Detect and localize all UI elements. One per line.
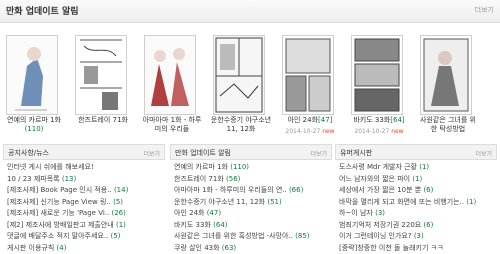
more-link[interactable]: 더보기 [310,149,327,158]
list-item[interactable]: 댓글에 배달주소 적지 말아주세요.. (5) [3,231,165,243]
new-badge: new [391,128,403,135]
panel-title: 유머게시판 [340,148,372,158]
comment-count: [47] [318,116,332,124]
post-list: 인터넷 게시 쉬에를 해보세요! 10 / 23 제파목록 (13) [제조사제… [3,162,165,254]
comic-thumbnail[interactable] [6,35,58,115]
section-header: 만화 업데이트 알림 더보기 [0,0,500,23]
post-list: 연예의 카르마 1화 (110) 한즈트레이 71화 (56) 아마아마 1화 … [170,162,332,254]
list-item[interactable]: 쿠랑 살인 43화 (63) [170,243,332,254]
list-item[interactable]: 이거 그런테이닝 인가요? (3) [335,231,497,243]
list-item[interactable]: [제조사제] 새로운 기능 'Page Vi.. (26) [3,208,165,220]
comic-thumbnail[interactable] [213,35,265,115]
update-date: 2014-10-27 [354,128,389,135]
comic-card[interactable]: 아인 24화[47] 2014-10-27 new [279,35,341,140]
comic-title: 연예의 카르마 1화 [7,116,61,124]
more-link[interactable]: 더보기 [143,149,160,158]
list-item[interactable]: 범죄기억처 저장기권 220요 (6) [335,220,497,232]
list-item[interactable]: 하~이 남자 (3) [335,208,497,220]
list-item[interactable]: [제조사제] Book Page 인시 적용.. (14) [3,185,165,197]
comic-card[interactable]: 연예의 카르마 1화(110) [3,35,65,140]
list-item[interactable]: [제조사제] 신기능 Page View 링.. (5) [3,197,165,209]
more-link[interactable]: 더보기 [475,149,492,158]
list-item[interactable]: 연예의 카르마 1화 (110) [170,162,332,174]
comic-thumbnail[interactable] [144,35,196,115]
panel-header: 만화 업데이트 알림 더보기 [170,144,332,160]
comic-title: 운한수증기 야구소년 11, 12화 [211,116,271,133]
humor-panel: 유머게시판 더보기 도스사령 Mdr 게발자 근황 (1) 어느 남자와의 짧은… [335,144,497,253]
list-item[interactable]: 바막을 멸리게 되고 화면에 또는 비행기는.. (1) [335,197,497,209]
list-item[interactable]: 어느 남자와의 짧은 파이 (1) [335,174,497,186]
list-item[interactable]: 도스사령 Mdr 게발자 근황 (1) [335,162,497,174]
comic-carousel: 연예의 카르마 1화(110) 한즈트레이 71화 아마아마 1화 - 하루미의… [3,35,497,140]
comic-card[interactable]: 바키도 33화[64] 2014-10-27 new [348,35,410,140]
comic-card[interactable]: 한즈트레이 71화 [72,35,134,140]
comment-count: [64] [390,116,404,124]
list-item[interactable]: 인터넷 게시 쉬에를 해보세요! [3,162,165,174]
panel-header: 공지사항/뉴스 더보기 [3,144,165,160]
list-item[interactable]: [제2] 제조사에 방배일판고 제출안내 (1) [3,220,165,232]
update-panel: 만화 업데이트 알림 더보기 연예의 카르마 1화 (110) 한즈트레이 71… [170,144,332,253]
more-link[interactable]: 더보기 [475,5,494,15]
list-item[interactable]: [중략]창중한 이천 돌 놀래키기 ㅋㅋ [335,243,497,254]
comic-title: 바키도 33화 [353,116,390,124]
comment-count: (110) [25,125,44,133]
list-item[interactable]: 10 / 23 제파목록 (13) [3,174,165,186]
comic-thumbnail[interactable] [351,35,403,115]
panel-header: 유머게시판 더보기 [335,144,497,160]
comic-title: 아마아마 1화 - 하루미의 우리들 [143,116,202,133]
list-item[interactable]: 사원같은 그녀를 위한 흑성방법 -사망아.. (85) [170,231,332,243]
list-item[interactable]: 한즈트레이 71화 (56) [170,174,332,186]
panel-title: 만화 업데이트 알림 [175,148,231,158]
notice-panel: 공지사항/뉴스 더보기 인터넷 게시 쉬에를 해보세요! 10 / 23 제파목… [3,144,165,253]
comic-thumbnail[interactable] [282,35,334,115]
post-list: 도스사령 Mdr 게발자 근황 (1) 어느 남자와의 짧은 파이 (1) 세상… [335,162,497,254]
new-badge: new [322,128,334,135]
comic-thumbnail[interactable] [420,35,472,115]
list-item[interactable]: 운한수증기 야구소년 11, 12화 (51) [170,197,332,209]
comic-card[interactable]: 사원같은 그녀를 위한 탁성방법 [417,35,479,140]
comic-title: 한즈트레이 71화 [78,116,128,124]
panel-title: 공지사항/뉴스 [8,148,49,158]
list-item[interactable]: 세상에서 가장 짧은 10분 뿐 (6) [335,185,497,197]
list-item[interactable]: 아인 24화 (47) [170,208,332,220]
comic-card[interactable]: 운한수증기 야구소년 11, 12화 [210,35,272,140]
comic-card[interactable]: 아마아마 1화 - 하루미의 우리들 [141,35,203,140]
list-item[interactable]: 아마아마 1화 - 하루미의 우리들의 연.. (66) [170,185,332,197]
comic-title: 아인 24화 [288,116,318,124]
update-date: 2014-10-27 [285,128,320,135]
list-item[interactable]: 게시판 이용규칙 (4) [3,243,165,254]
section-title: 만화 업데이트 알림 [6,4,79,17]
list-item[interactable]: 바키도 33화 (64) [170,220,332,232]
comic-title: 사원같은 그녀를 위한 탁성방법 [420,116,476,133]
comic-thumbnail[interactable] [75,35,127,115]
